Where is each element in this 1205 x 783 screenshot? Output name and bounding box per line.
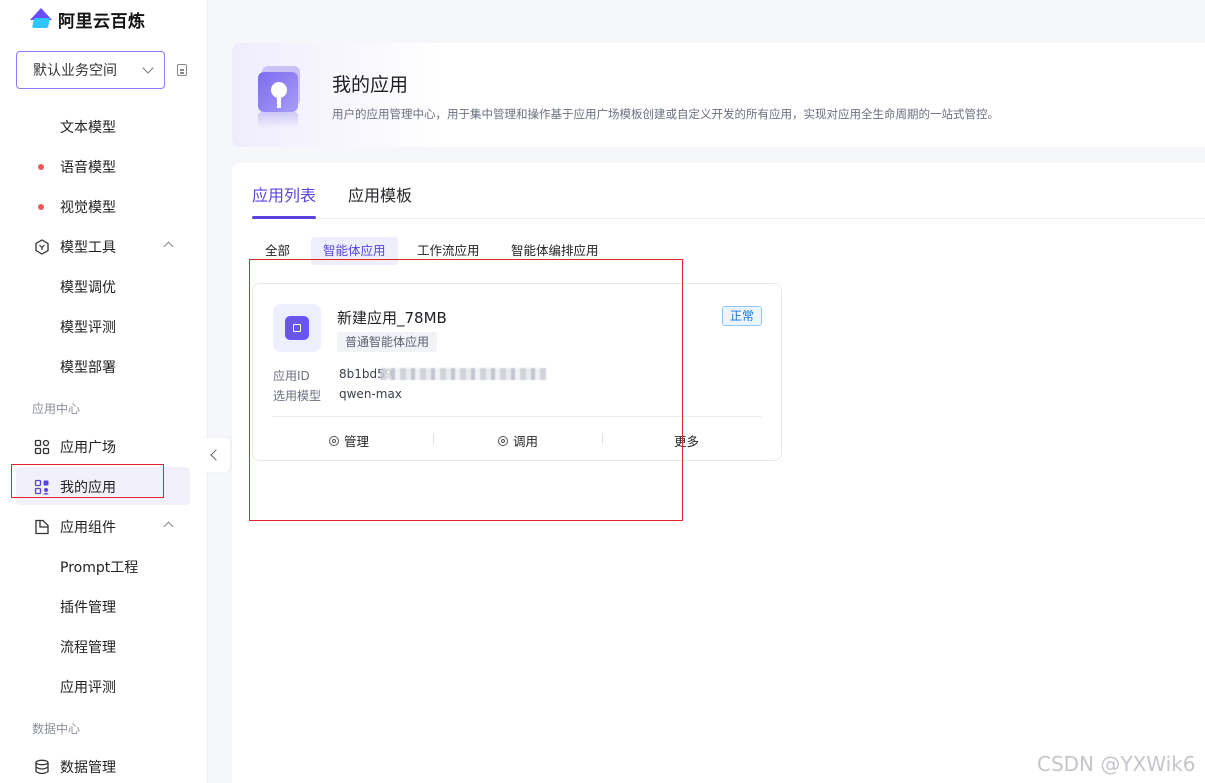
sidebar-item-text-model[interactable]: 文本模型 bbox=[0, 112, 207, 142]
collapse-sidebar-button[interactable] bbox=[200, 438, 230, 472]
sidebar-item-data-management[interactable]: 数据管理 bbox=[0, 752, 207, 782]
tab-app-list[interactable]: 应用列表 bbox=[252, 182, 316, 206]
sidebar-item-label: 模型调优 bbox=[60, 280, 116, 296]
sidebar-item-model-deploy[interactable]: 模型部署 bbox=[0, 352, 207, 382]
sidebar-item-label: 视觉模型 bbox=[60, 200, 116, 216]
database-icon bbox=[35, 759, 49, 775]
sidebar-item-prompt[interactable]: Prompt工程 bbox=[0, 552, 207, 582]
sidebar: 阿里云百炼 默认业务空间 文本模型 语音模型 视觉模型 模型工具 模型调优 模型… bbox=[0, 0, 208, 783]
sidebar-item-label: 模型工具 bbox=[60, 240, 116, 256]
document-icon[interactable] bbox=[177, 64, 187, 76]
sidebar-item-app-eval[interactable]: 应用评测 bbox=[0, 672, 207, 702]
new-dot-icon bbox=[38, 164, 44, 170]
annotation-highlight-box bbox=[249, 259, 683, 521]
sidebar-item-speech-model[interactable]: 语音模型 bbox=[0, 152, 207, 182]
sidebar-item-label: 数据管理 bbox=[60, 760, 116, 776]
sidebar-item-label: 应用组件 bbox=[60, 520, 116, 536]
components-icon bbox=[35, 519, 49, 535]
sidebar-item-label: 语音模型 bbox=[60, 160, 116, 176]
brand-logo[interactable]: 阿里云百炼 bbox=[30, 8, 146, 32]
sidebar-item-label: 插件管理 bbox=[60, 600, 116, 616]
chevron-up-icon bbox=[163, 521, 174, 532]
brand-logo-icon bbox=[30, 8, 52, 30]
sidebar-item-flows[interactable]: 流程管理 bbox=[0, 632, 207, 662]
sidebar-item-label: 模型部署 bbox=[60, 360, 116, 376]
chevron-down-icon bbox=[142, 62, 154, 74]
sidebar-item-label: Prompt工程 bbox=[60, 560, 139, 576]
workspace-select-value: 默认业务空间 bbox=[33, 63, 117, 79]
watermark: CSDN @YXWik6 bbox=[1037, 752, 1196, 776]
sidebar-item-label: 流程管理 bbox=[60, 640, 116, 656]
annotation-highlight-box bbox=[11, 464, 164, 498]
sidebar-item-plugins[interactable]: 插件管理 bbox=[0, 592, 207, 622]
sidebar-item-model-tuning[interactable]: 模型调优 bbox=[0, 272, 207, 302]
tab-app-templates[interactable]: 应用模板 bbox=[348, 182, 412, 206]
my-apps-illustration-icon bbox=[258, 66, 304, 128]
sidebar-item-model-eval[interactable]: 模型评测 bbox=[0, 312, 207, 342]
sidebar-item-model-tools[interactable]: 模型工具 bbox=[0, 232, 207, 262]
sidebar-item-label: 文本模型 bbox=[60, 120, 116, 136]
status-badge: 正常 bbox=[722, 306, 762, 326]
grid-icon bbox=[34, 439, 50, 455]
brand-name: 阿里云百炼 bbox=[58, 11, 146, 32]
sidebar-item-vision-model[interactable]: 视觉模型 bbox=[0, 192, 207, 222]
new-dot-icon bbox=[38, 204, 44, 210]
sidebar-item-label: 应用评测 bbox=[60, 680, 116, 696]
page-title: 我的应用 bbox=[332, 74, 409, 96]
section-label-apps: 应用中心 bbox=[32, 402, 81, 416]
page-description: 用户的应用管理中心，用于集中管理和操作基于应用广场模板创建或自定义开发的所有应用… bbox=[332, 107, 999, 121]
hexagon-icon bbox=[35, 239, 49, 255]
active-tab-indicator bbox=[252, 216, 316, 219]
workspace-select[interactable]: 默认业务空间 bbox=[16, 51, 165, 89]
tabs-divider bbox=[252, 218, 1205, 219]
section-label-data: 数据中心 bbox=[32, 722, 81, 736]
sidebar-item-app-components[interactable]: 应用组件 bbox=[0, 512, 207, 542]
sidebar-item-label: 模型评测 bbox=[60, 320, 116, 336]
sidebar-item-app-market[interactable]: 应用广场 bbox=[0, 432, 207, 462]
chevron-up-icon bbox=[163, 241, 174, 252]
sidebar-item-label: 应用广场 bbox=[60, 440, 116, 456]
